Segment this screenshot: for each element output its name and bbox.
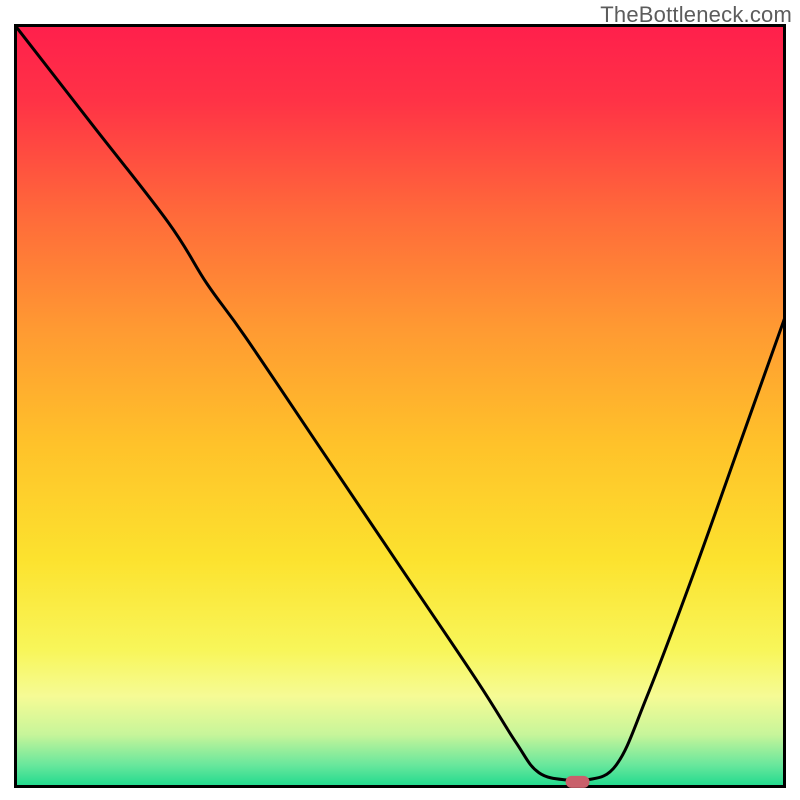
chart-svg bbox=[14, 24, 786, 788]
bottleneck-chart bbox=[14, 24, 786, 788]
watermark-text: TheBottleneck.com bbox=[600, 2, 792, 28]
optimum-marker bbox=[566, 776, 590, 788]
chart-background bbox=[14, 24, 786, 788]
